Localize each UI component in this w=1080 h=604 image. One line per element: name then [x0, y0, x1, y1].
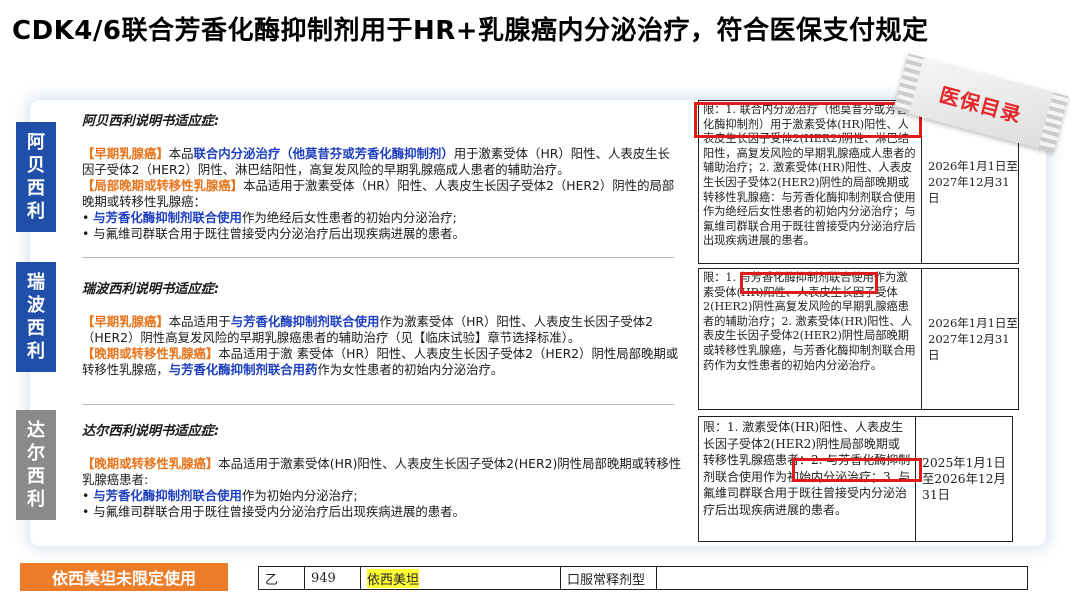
highlight-box	[792, 458, 922, 482]
bullet-item: • 与芳香化酶抑制剂联合使用作为绝经后女性患者的初始内分泌治疗;	[82, 210, 457, 225]
indication-advanced: 【晚期或转移性乳腺癌】本品适用于激 素受体（HR）阳性、人表皮生长因子受体2（H…	[82, 346, 679, 377]
section-divider	[82, 257, 674, 258]
bullet-item: • 与氟维司群联合用于既往曾接受内分泌治疗后出现疾病进展的患者。	[82, 226, 465, 241]
section-heading: 瑞波西利说明书适应症:	[82, 282, 220, 297]
section-ribociclib: 瑞波西利说明书适应症: 【早期乳腺癌】本品适用于与芳香化酶抑制剂联合使用作为激素…	[82, 282, 682, 378]
section-dalpiciclib: 达尔西利说明书适应症: 【晚期或转移性乳腺癌】本品适用于激素受体(HR)阳性、人…	[82, 424, 682, 520]
exemestane-table-row: 乙 949 依西美坦 口服常释剂型	[258, 566, 1028, 590]
section-divider	[82, 404, 674, 405]
indication-advanced: 【晚期或转移性乳腺癌】本品适用于激素受体(HR)阳性、人表皮生长因子受体2(HE…	[82, 456, 682, 487]
bullet-item: • 与氟维司群联合用于既往曾接受内分泌治疗后出现疾病进展的患者。	[82, 504, 465, 519]
indication-advanced: 【局部晚期或转移性乳腺癌】本品适用于激素受体（HR）阳性、人表皮生长因子受体2（…	[82, 178, 675, 209]
bullet-item: • 与芳香化酶抑制剂联合使用作为初始内分泌治疗;	[82, 488, 358, 503]
side-label-abemaciclib: 阿贝西利	[16, 122, 56, 232]
indication-early: 【早期乳腺癌】本品适用于与芳香化酶抑制剂联合使用作为激素受体（HR）阳性、人表皮…	[82, 314, 653, 345]
exemestane-label: 依西美坦未限定使用	[20, 563, 228, 591]
valid-period: 2026年1月1日至2027年12月31日	[928, 316, 1018, 362]
category-cell: 乙	[259, 567, 305, 589]
section-abemaciclib: 阿贝西利说明书适应症: 【早期乳腺癌】本品联合内分泌治疗（他莫昔芬或芳香化酶抑制…	[82, 114, 682, 242]
side-label-dalpiciclib: 达尔西利	[16, 410, 56, 520]
section-heading: 阿贝西利说明书适应症:	[82, 114, 220, 129]
valid-period: 2025年1月1日至2026年12月31日	[922, 456, 1006, 502]
side-label-ribociclib: 瑞波西利	[16, 262, 56, 372]
number-cell: 949	[305, 567, 361, 589]
indication-early: 【早期乳腺癌】本品联合内分泌治疗（他莫昔芬或芳香化酶抑制剂）用于激素受体（HR）…	[82, 146, 670, 177]
highlight-box	[740, 272, 878, 294]
form-cell: 口服常释剂型	[561, 567, 657, 589]
section-heading: 达尔西利说明书适应症:	[82, 424, 220, 439]
drug-cell: 依西美坦	[361, 567, 561, 589]
highlight-box	[694, 102, 922, 138]
remark-cell	[657, 567, 1027, 589]
page-title: CDK4/6联合芳香化酶抑制剂用于HR+乳腺癌内分泌治疗，符合医保支付规定	[12, 16, 929, 46]
